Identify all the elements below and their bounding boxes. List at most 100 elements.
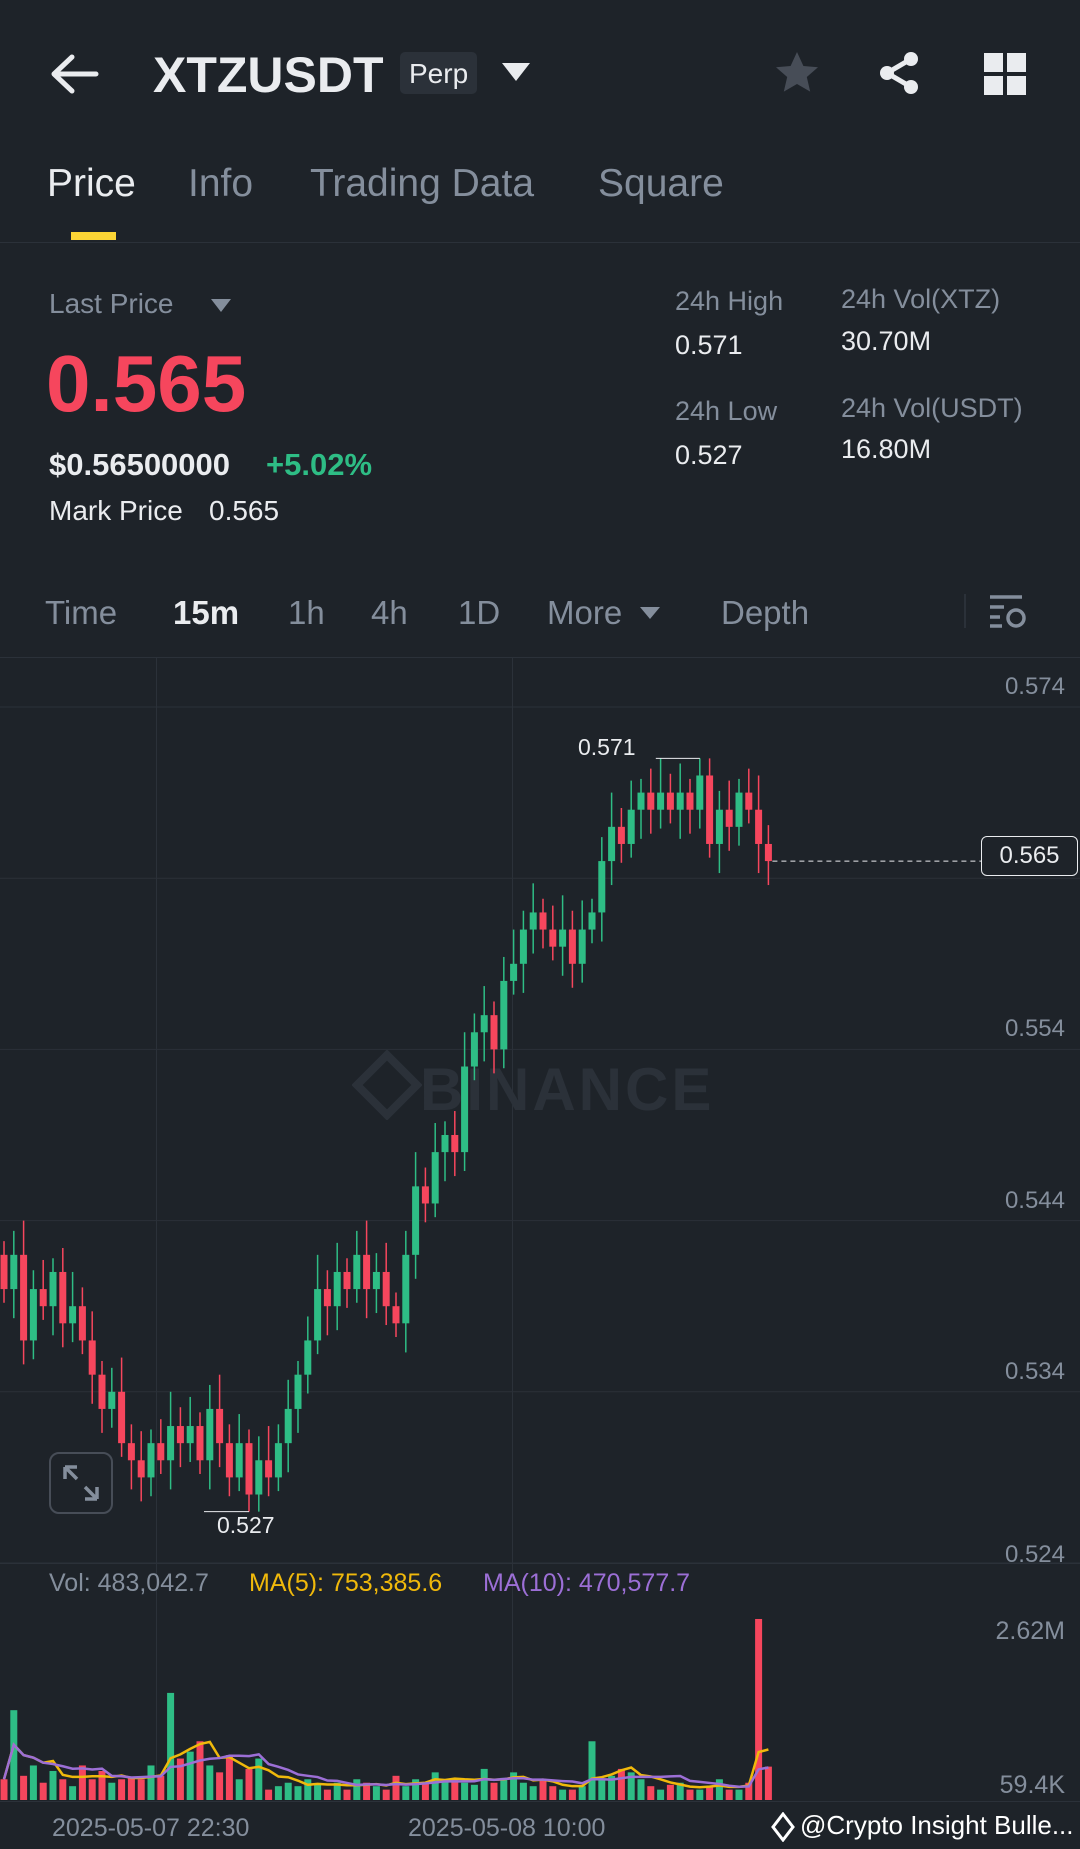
- tab-info[interactable]: Info: [188, 162, 253, 206]
- volume-bar: [519, 1782, 527, 1800]
- candle-body: [617, 826, 625, 844]
- candle-body: [510, 963, 518, 981]
- volume-bar: [314, 1784, 322, 1800]
- tab-trading-data[interactable]: Trading Data: [310, 162, 534, 206]
- candle-body: [0, 1254, 8, 1290]
- volume-bar: [0, 1779, 8, 1800]
- x-label: 2025-05-08 10:00: [408, 1814, 606, 1842]
- volume-bar: [294, 1786, 302, 1800]
- candle-body: [274, 1443, 282, 1478]
- candle-body: [559, 929, 567, 947]
- expand-icon: [63, 1465, 99, 1501]
- volume-bar: [353, 1779, 361, 1800]
- volume-bar: [39, 1782, 47, 1800]
- candle-body: [392, 1306, 400, 1324]
- candle-body: [470, 1032, 478, 1067]
- candle-body: [588, 912, 596, 930]
- volume-bar: [157, 1775, 165, 1800]
- volume-bar: [167, 1692, 175, 1800]
- volume-bar: [127, 1777, 135, 1800]
- candle-body: [412, 1186, 420, 1255]
- candle-body: [255, 1460, 263, 1495]
- volume-bar: [470, 1784, 478, 1800]
- layout-grid-icon[interactable]: [984, 53, 1026, 95]
- candle-body: [353, 1254, 361, 1290]
- interval-15m[interactable]: 15m: [173, 594, 239, 632]
- candle-body: [29, 1289, 37, 1341]
- candlestick-chart[interactable]: [0, 657, 1080, 1817]
- candle-body: [382, 1271, 390, 1307]
- high-value: 0.571: [675, 330, 743, 360]
- back-button[interactable]: [48, 52, 100, 96]
- volume-label: Vol: 483,042.7: [49, 1569, 209, 1597]
- volume-bar: [725, 1789, 733, 1800]
- active-tab-indicator: [71, 232, 116, 240]
- interval-1h[interactable]: 1h: [288, 594, 325, 632]
- volume-bar: [461, 1782, 469, 1800]
- interval-time[interactable]: Time: [45, 594, 117, 632]
- candle-body: [745, 792, 753, 810]
- candle-body: [578, 929, 586, 964]
- candle-body: [39, 1289, 47, 1307]
- candle-body: [529, 912, 537, 930]
- candle-body: [20, 1254, 28, 1341]
- candle-body: [441, 1135, 449, 1153]
- candle-body: [323, 1289, 331, 1307]
- candle-body: [235, 1443, 243, 1478]
- volume-bar: [137, 1779, 145, 1800]
- more-dropdown-icon[interactable]: [640, 607, 660, 619]
- volume-bar: [284, 1782, 292, 1800]
- last-price-dropdown-icon[interactable]: [211, 299, 231, 312]
- high-label: 24h High: [675, 286, 784, 316]
- volume-bar: [323, 1789, 331, 1800]
- volume-bar: [735, 1789, 743, 1800]
- interval-1d[interactable]: 1D: [458, 594, 500, 632]
- candle-body: [549, 929, 557, 947]
- candle-body: [98, 1374, 106, 1409]
- volume-divider: [0, 1563, 1080, 1564]
- current-price-tag[interactable]: 0.565: [981, 836, 1078, 876]
- candle-body: [715, 809, 723, 844]
- candle-body: [147, 1443, 155, 1478]
- symbol-title[interactable]: XTZUSDT: [153, 46, 384, 104]
- volume-bar: [549, 1786, 557, 1800]
- candle-body: [686, 792, 694, 810]
- volume-max-label: 2.62M: [995, 1617, 1065, 1645]
- binance-logo-icon: [771, 1812, 795, 1842]
- tab-square[interactable]: Square: [598, 162, 724, 206]
- volume-bar: [431, 1772, 439, 1800]
- candle-body: [314, 1289, 322, 1341]
- volume-bar: [617, 1768, 625, 1800]
- volume-bar: [686, 1789, 694, 1800]
- volume-bar: [666, 1784, 674, 1800]
- volume-bar: [216, 1772, 224, 1800]
- back-arrow-icon: [51, 54, 99, 94]
- interval-4h[interactable]: 4h: [371, 594, 408, 632]
- candle-body: [167, 1426, 175, 1461]
- candle-body: [480, 1015, 488, 1033]
- candle-body: [451, 1135, 459, 1153]
- volume-bar: [265, 1789, 273, 1800]
- candle-body: [706, 775, 714, 844]
- vol-base-value: 30.70M: [841, 326, 932, 356]
- share-icon[interactable]: [875, 49, 923, 97]
- volume-bar: [118, 1779, 126, 1800]
- candle-body: [676, 792, 684, 810]
- fullscreen-button[interactable]: [49, 1452, 113, 1514]
- interval-more[interactable]: More: [547, 594, 622, 632]
- volume-bar: [78, 1765, 86, 1800]
- favorite-star-icon[interactable]: [773, 50, 821, 96]
- volume-bar: [588, 1741, 596, 1800]
- chart-settings-icon[interactable]: [988, 593, 1028, 629]
- interval-depth[interactable]: Depth: [721, 594, 809, 632]
- tab-price[interactable]: Price: [47, 162, 136, 206]
- candle-body: [637, 792, 645, 810]
- volume-bar: [88, 1779, 96, 1800]
- candle-body: [764, 843, 772, 862]
- volume-bar: [402, 1786, 410, 1800]
- toolbar-divider: [964, 594, 966, 628]
- symbol-dropdown-icon[interactable]: [502, 63, 530, 81]
- low-value: 0.527: [675, 440, 743, 470]
- candle-body: [519, 929, 527, 964]
- last-price-label[interactable]: Last Price: [49, 288, 174, 320]
